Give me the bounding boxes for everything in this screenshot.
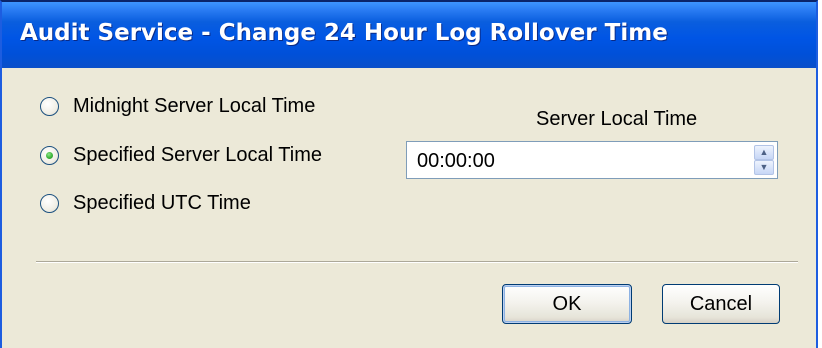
dialog-window: Audit Service - Change 24 Hour Log Rollo… [0,0,818,348]
time-value: 00:00:00 [417,150,495,172]
radio-button-unchecked[interactable] [40,97,59,116]
window-title: Audit Service - Change 24 Hour Log Rollo… [20,20,668,46]
separator-line [36,261,798,263]
time-field-label: Server Local Time [536,108,698,130]
radio-label: Specified UTC Time [73,192,251,214]
radio-label: Specified Server Local Time [73,144,323,166]
radio-button-unchecked[interactable] [40,194,59,213]
dialog-body: Midnight Server Local Time Specified Ser… [2,68,816,348]
radio-midnight-server-local-time[interactable]: Midnight Server Local Time [40,95,315,118]
cancel-button[interactable]: Cancel [662,284,780,324]
time-input[interactable]: 00:00:00 ▲ ▼ [406,141,778,179]
radio-label: Midnight Server Local Time [73,95,316,117]
radio-button-checked[interactable] [40,146,59,165]
radio-specified-server-local-time[interactable]: Specified Server Local Time [40,144,322,167]
spin-down-icon[interactable]: ▼ [754,160,774,175]
title-bar[interactable]: Audit Service - Change 24 Hour Log Rollo… [2,2,816,69]
spin-up-icon[interactable]: ▲ [754,145,774,160]
radio-specified-utc-time[interactable]: Specified UTC Time [40,192,251,215]
ok-button[interactable]: OK [502,284,632,324]
time-spinner[interactable]: ▲ ▼ [754,145,774,175]
